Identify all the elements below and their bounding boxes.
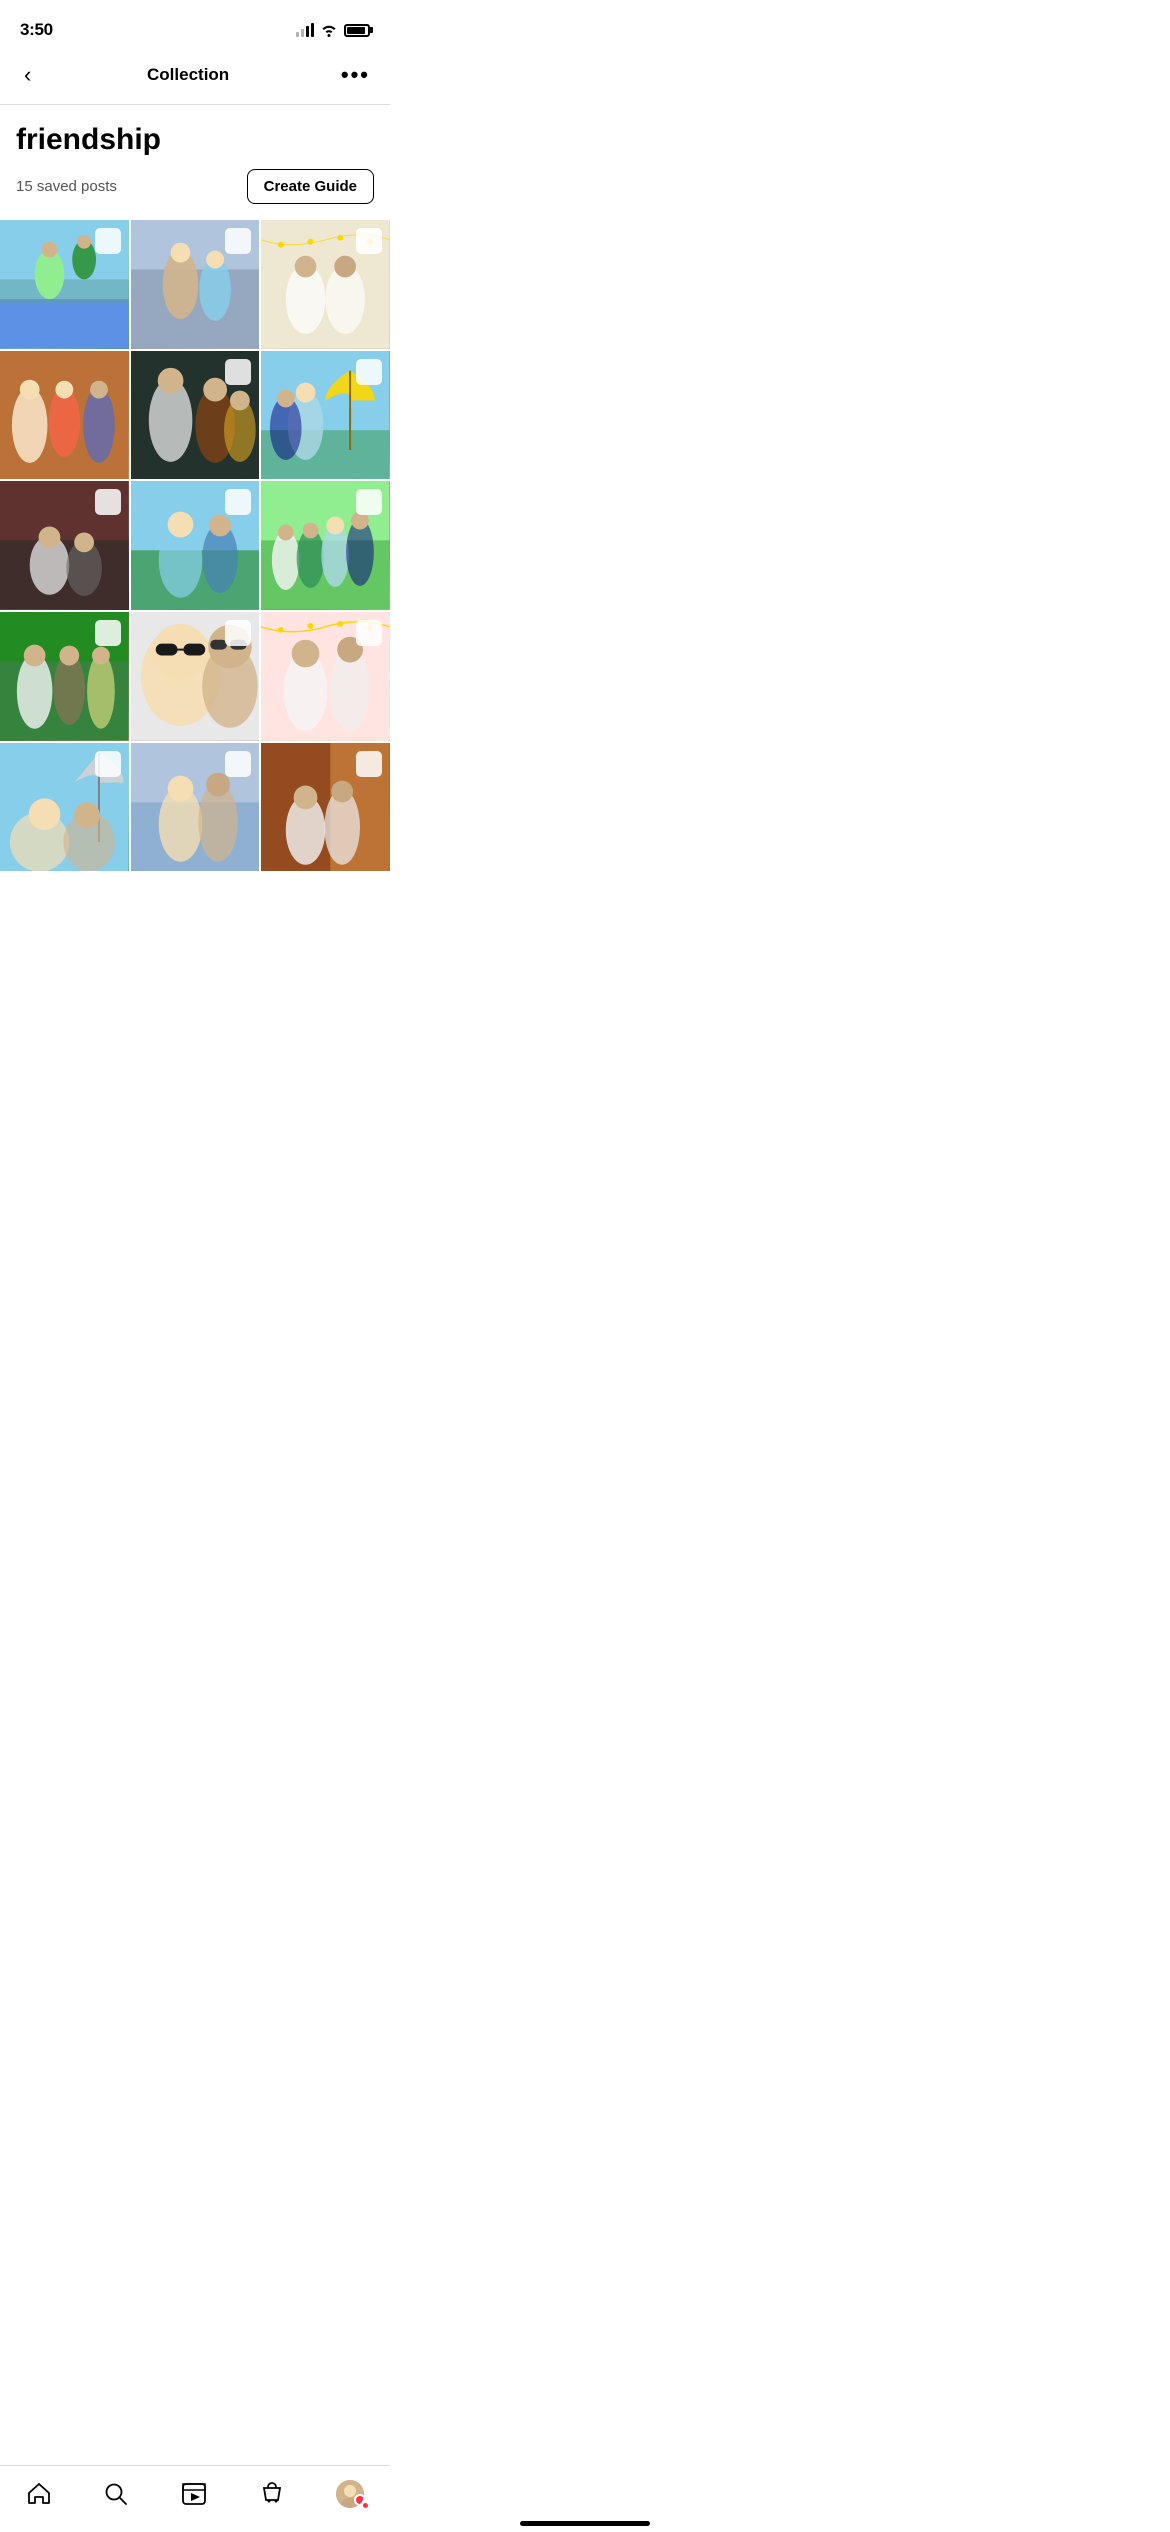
status-bar: 3:50 (0, 0, 390, 50)
shop-icon (259, 2481, 285, 2507)
home-icon (26, 2481, 52, 2507)
nav-home[interactable] (14, 2477, 64, 2511)
photo-select-checkbox-6[interactable] (356, 359, 382, 385)
nav-shop[interactable] (247, 2477, 297, 2511)
status-icons (296, 23, 370, 37)
profile-avatar (336, 2480, 364, 2508)
photo-item-1[interactable] (0, 220, 129, 349)
photo-item-3[interactable] (261, 220, 390, 349)
photo-item-7[interactable] (0, 481, 129, 610)
photo-item-5[interactable] (131, 351, 260, 480)
photo-item-8[interactable] (131, 481, 260, 610)
photo-select-checkbox-10[interactable] (95, 620, 121, 646)
reels-icon (181, 2481, 207, 2507)
photo-item-12[interactable] (261, 612, 390, 741)
search-icon (103, 2481, 129, 2507)
photo-select-checkbox-2[interactable] (225, 228, 251, 254)
photo-select-checkbox-14[interactable] (225, 751, 251, 777)
more-options-button[interactable]: ••• (341, 62, 370, 88)
status-time: 3:50 (20, 20, 53, 40)
wifi-icon (320, 23, 338, 37)
nav-search[interactable] (91, 2477, 141, 2511)
photo-select-checkbox-11[interactable] (225, 620, 251, 646)
photo-content-4 (0, 351, 129, 480)
photo-item-15[interactable] (261, 743, 390, 872)
photo-select-checkbox-3[interactable] (356, 228, 382, 254)
photo-item-6[interactable] (261, 351, 390, 480)
photo-item-2[interactable] (131, 220, 260, 349)
bottom-nav (0, 2465, 390, 2532)
photo-select-checkbox-1[interactable] (95, 228, 121, 254)
collection-meta: 15 saved posts Create Guide (16, 169, 374, 204)
nav-header: ‹ Collection ••• (0, 50, 390, 105)
photo-item-10[interactable] (0, 612, 129, 741)
saved-posts-count: 15 saved posts (16, 178, 117, 195)
photo-select-checkbox-5[interactable] (225, 359, 251, 385)
signal-icon (296, 23, 314, 37)
collection-title: friendship (16, 123, 374, 157)
photo-item-14[interactable] (131, 743, 260, 872)
page-title: Collection (147, 65, 229, 85)
photo-item-9[interactable] (261, 481, 390, 610)
battery-icon (344, 24, 370, 37)
photo-select-checkbox-8[interactable] (225, 489, 251, 515)
collection-header: friendship 15 saved posts Create Guide (0, 105, 390, 220)
photo-select-checkbox-12[interactable] (356, 620, 382, 646)
photo-grid (0, 220, 390, 871)
back-button[interactable]: ‹ (20, 58, 35, 92)
photo-select-checkbox-7[interactable] (95, 489, 121, 515)
nav-profile[interactable] (324, 2476, 376, 2512)
photo-item-13[interactable] (0, 743, 129, 872)
home-indicator (520, 2521, 650, 2526)
photo-select-checkbox-15[interactable] (356, 751, 382, 777)
create-guide-button[interactable]: Create Guide (247, 169, 374, 204)
photo-item-11[interactable] (131, 612, 260, 741)
photo-select-checkbox-9[interactable] (356, 489, 382, 515)
photo-item-4[interactable] (0, 351, 129, 480)
photo-select-checkbox-13[interactable] (95, 751, 121, 777)
notification-dot (361, 2501, 370, 2510)
nav-reels[interactable] (169, 2477, 219, 2511)
